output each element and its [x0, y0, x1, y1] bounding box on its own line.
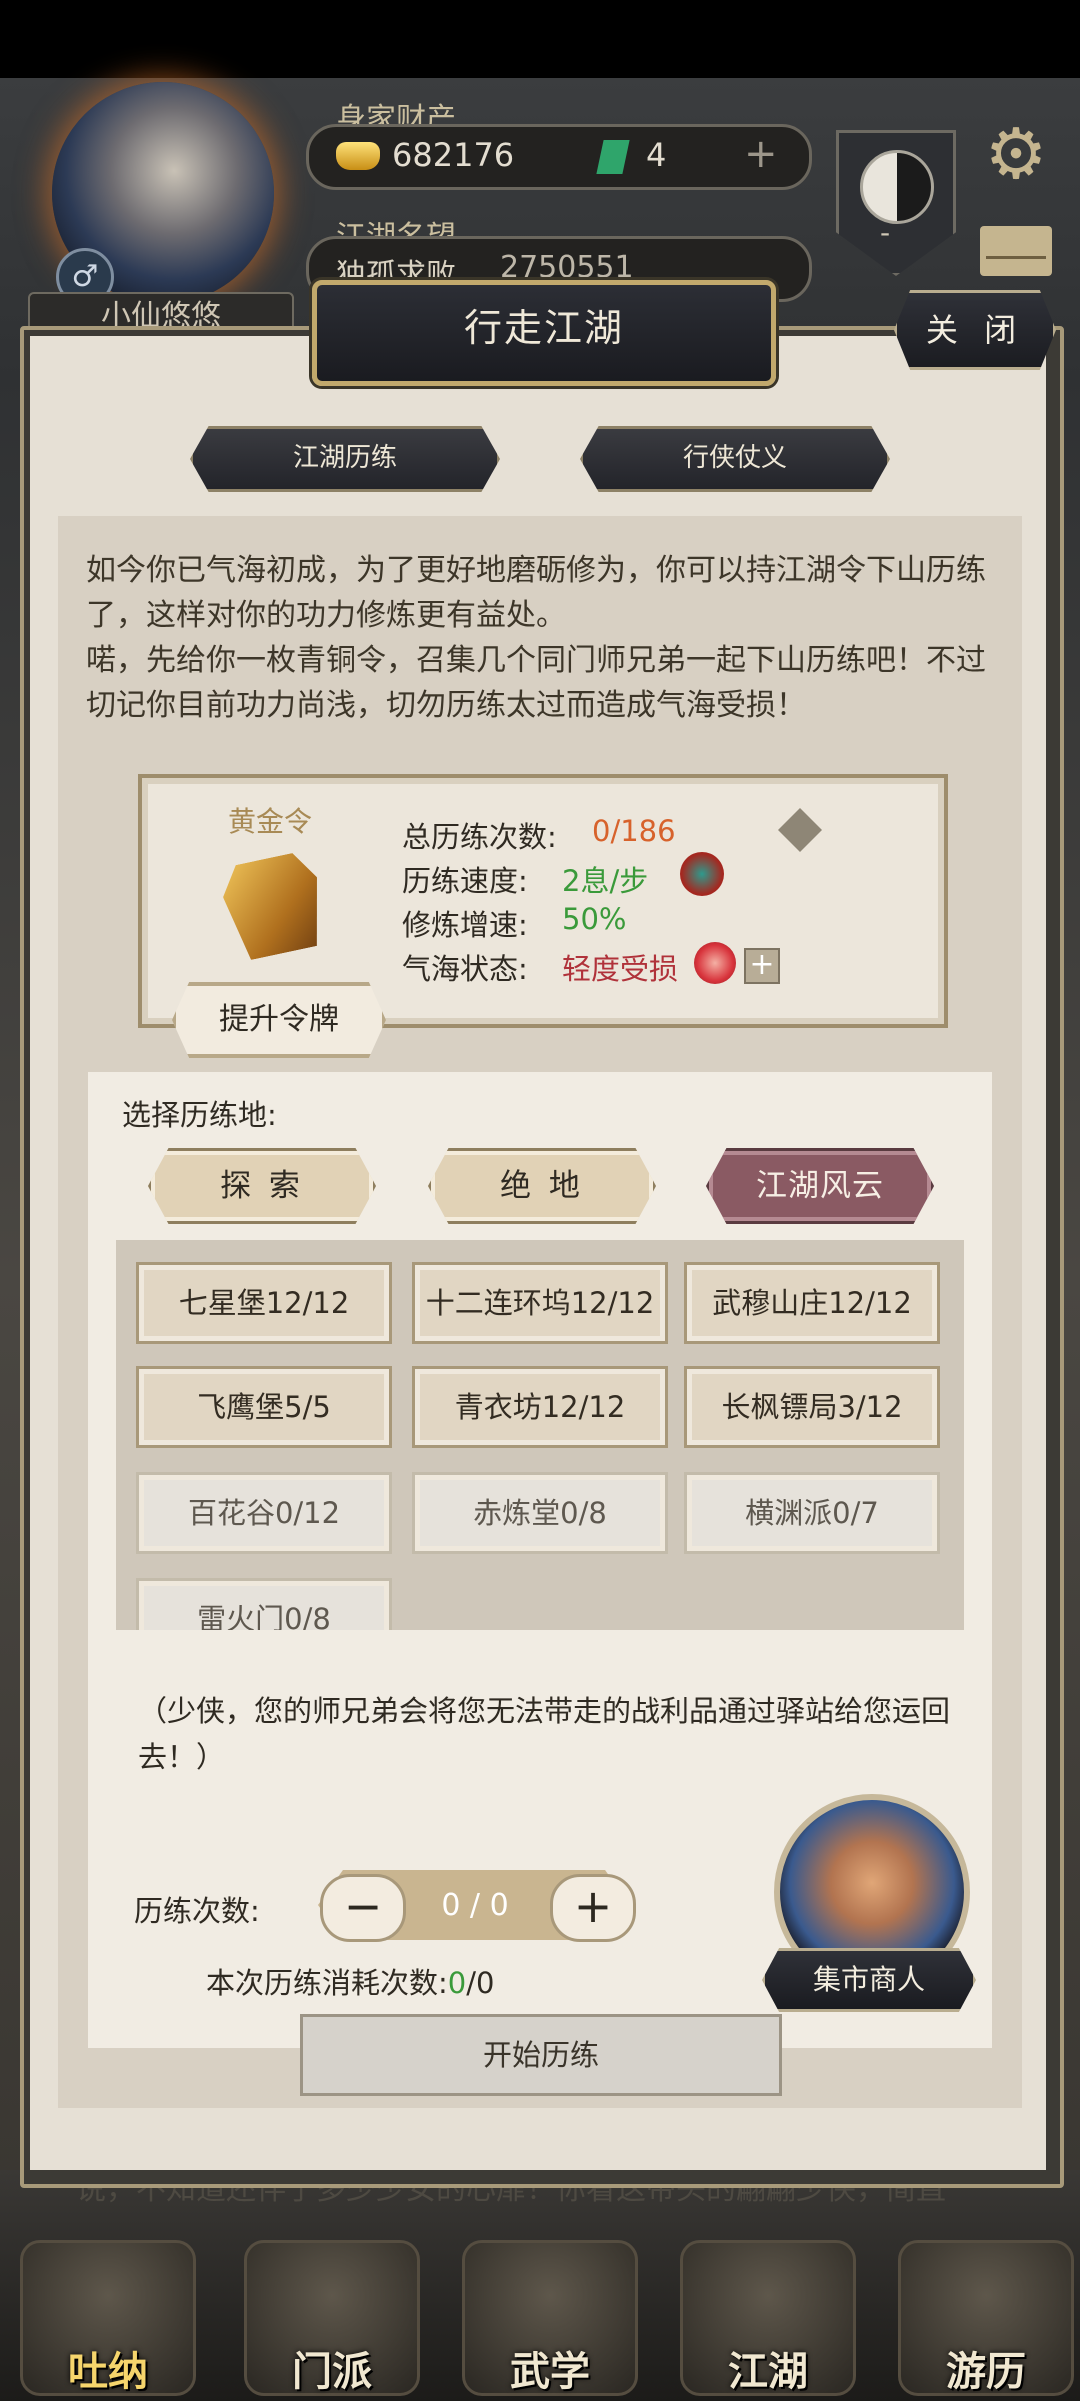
speed-label: 历练速度:	[402, 864, 528, 898]
gold-value: 682176	[392, 136, 515, 174]
cost-label: 本次历练消耗次数:	[206, 1966, 448, 2000]
category-jianghu-button[interactable]: 江湖风云	[706, 1148, 934, 1224]
nav-sect[interactable]: 门派	[244, 2240, 420, 2396]
upgrade-token-button[interactable]: 提升令牌	[172, 982, 386, 1058]
cost-total: /0	[466, 1966, 495, 2000]
swirl-icon	[694, 942, 736, 984]
qihai-plus-button[interactable]: +	[744, 948, 780, 984]
category-explore-button[interactable]: 探 索	[148, 1148, 376, 1224]
nav-label: 江湖	[728, 2349, 808, 2395]
nav-tuna[interactable]: 吐纳	[20, 2240, 196, 2396]
total-count-value: 0/186	[592, 814, 676, 848]
total-count-label: 总历练次数:	[402, 820, 557, 854]
taiji-value: -	[880, 216, 891, 249]
wealth-bar	[306, 124, 812, 190]
nav-label: 门派	[292, 2349, 372, 2395]
location-button[interactable]: 飞鹰堡5/5	[136, 1366, 392, 1448]
location-button[interactable]: 长枫镖局3/12	[684, 1366, 940, 1448]
location-grid: 七星堡12/12 十二连环坞12/12 武穆山庄12/12 飞鹰堡5/5 青衣坊…	[116, 1240, 964, 1630]
taiji-icon	[860, 150, 934, 224]
horse-badge-icon	[680, 852, 724, 896]
intro-text: 如今你已气海初成，为了更好地磨砺修为，你可以持江湖令下山历练了，这样对你的功力修…	[86, 548, 1006, 728]
cost-used: 0	[447, 1966, 467, 2000]
category-danger-button[interactable]: 绝 地	[428, 1148, 656, 1224]
merchant-button[interactable]: 集市商人	[762, 1948, 976, 2012]
decrease-button[interactable]: −	[320, 1874, 406, 1942]
start-training-button[interactable]: 开始历练	[300, 2014, 782, 2096]
location-button[interactable]: 七星堡12/12	[136, 1262, 392, 1344]
token-name: 黄金令	[228, 805, 313, 838]
location-button[interactable]: 百花谷0/12	[136, 1472, 392, 1554]
cost-line: 本次历练消耗次数:0/0	[206, 1960, 494, 2002]
location-button[interactable]: 雷火门0/8	[136, 1578, 392, 1630]
gold-ingot-icon	[336, 142, 380, 170]
intro-paragraph: 如今你已气海初成，为了更好地磨砺修为，你可以持江湖令下山历练了，这样对你的功力修…	[86, 553, 986, 633]
location-button[interactable]: 武穆山庄12/12	[684, 1262, 940, 1344]
location-button[interactable]: 十二连环坞12/12	[412, 1262, 668, 1344]
training-count-value: 0 / 0	[441, 1888, 509, 1923]
location-button[interactable]: 青衣坊12/12	[412, 1366, 668, 1448]
modal-title: 行走江湖	[463, 306, 624, 350]
add-currency-button[interactable]: +	[744, 134, 778, 174]
nav-label: 游历	[946, 2349, 1026, 2395]
close-button[interactable]: 关 闭	[894, 290, 1056, 370]
nav-label: 武学	[510, 2349, 590, 2395]
boost-value: 50%	[562, 902, 627, 936]
speed-value: 2息/步	[562, 864, 649, 898]
qihai-label: 气海状态:	[402, 952, 528, 986]
jade-value: 4	[646, 136, 667, 174]
boost-label: 修炼增速:	[402, 908, 528, 942]
increase-button[interactable]: +	[550, 1874, 636, 1942]
tab-chivalry[interactable]: 行侠仗义	[580, 426, 890, 492]
nav-jianghu[interactable]: 江湖	[680, 2240, 856, 2396]
location-button[interactable]: 横渊派0/7	[684, 1472, 940, 1554]
qihai-value: 轻度受损	[562, 952, 679, 986]
location-button[interactable]: 赤炼堂0/8	[412, 1472, 668, 1554]
tab-jianghu-training[interactable]: 江湖历练	[190, 426, 500, 492]
status-bar	[0, 0, 1080, 78]
nav-martial-arts[interactable]: 武学	[462, 2240, 638, 2396]
nav-label: 吐纳	[68, 2349, 148, 2395]
nav-travel[interactable]: 游历	[898, 2240, 1074, 2396]
loot-note: （少侠，您的师兄弟会将您无法带走的战利品通过驿站给您运回去！）	[138, 1694, 951, 1774]
intro-paragraph: 喏，先给你一枚青铜令，召集几个同门师兄弟一起下山历练吧！不过切记你目前功力尚浅，…	[86, 643, 986, 723]
choose-location-label: 选择历练地:	[122, 1098, 277, 1132]
mail-icon[interactable]	[980, 226, 1052, 276]
training-count-label: 历练次数:	[134, 1894, 260, 1928]
gear-icon[interactable]: ⚙	[980, 118, 1052, 190]
